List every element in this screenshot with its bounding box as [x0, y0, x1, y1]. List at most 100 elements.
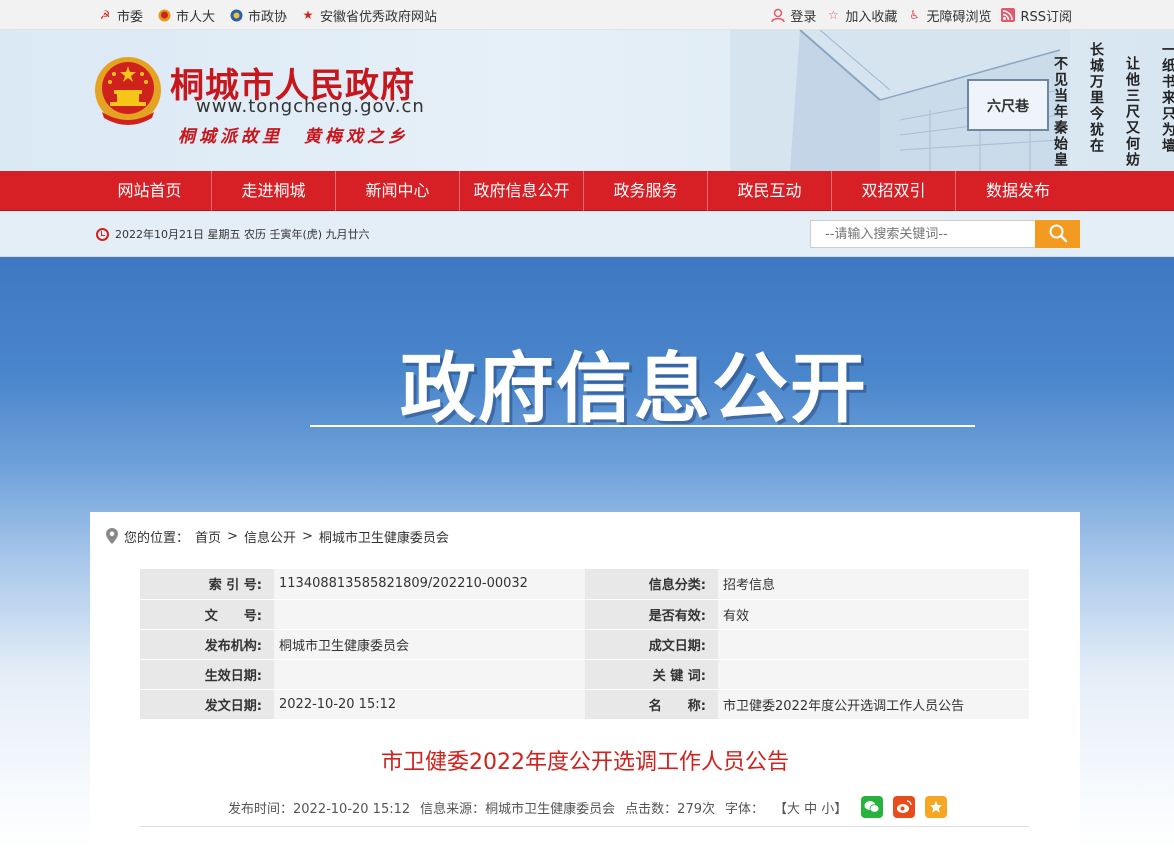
wechat-share-icon[interactable]: [861, 796, 884, 818]
font-size-label: 字体：: [725, 801, 765, 817]
accessibility-icon: ♿: [909, 8, 920, 22]
article-title: 市卫健委2022年度公开选调工作人员公告: [381, 750, 789, 775]
meta-key: 名 称:: [585, 689, 718, 720]
poem-line-4: 不见当年秦始皇: [1052, 56, 1068, 168]
site-header: 桐城市人民政府 www.tongcheng.gov.cn 桐城派故里 黄梅戏之乡…: [0, 30, 1174, 171]
link-label: 安徽省优秀政府网站: [320, 9, 438, 25]
national-emblem-logo[interactable]: [92, 52, 164, 132]
link-label: 无障碍浏览: [926, 9, 992, 25]
search-box: [810, 220, 1080, 248]
nav-item-services[interactable]: 政务服务: [584, 171, 708, 211]
top-links-left: ☭ 市委 市人大 市政协 ★ 安徽省优秀政府网站: [98, 0, 437, 30]
date-display: 2022年10月21日 星期五 农历 壬寅年(虎) 九月廿六: [96, 211, 370, 257]
meta-value: 招考信息: [718, 569, 1029, 600]
link-excellent-gov-site[interactable]: ★ 安徽省优秀政府网站: [301, 6, 437, 25]
nav-item-investment[interactable]: 双招双引: [832, 171, 956, 211]
click-count: 点击数：279次: [625, 801, 715, 817]
qzone-share-icon[interactable]: [925, 796, 948, 818]
document-metadata-table: 索 引 号: 113408813585821809/202210-00032 信…: [140, 569, 1029, 720]
star-icon: ★: [302, 8, 314, 22]
link-label: 市政协: [248, 9, 288, 25]
meta-value: 2022-10-20 15:12: [274, 689, 585, 720]
meta-key: 成文日期:: [585, 629, 718, 660]
meta-value: [718, 659, 1029, 690]
rss-icon: [1001, 8, 1016, 22]
weibo-share-icon[interactable]: [893, 796, 916, 818]
breadcrumb-separator: >: [227, 528, 238, 544]
breadcrumb-home[interactable]: 首页: [195, 527, 221, 546]
rss-link[interactable]: RSS订阅: [1001, 6, 1072, 25]
meta-key: 信息分类:: [585, 569, 718, 600]
breadcrumb: 您的位置： 首页 > 信息公开 > 桐城市卫生健康委员会: [106, 526, 449, 546]
meta-key: 生效日期:: [140, 659, 274, 690]
party-emblem-icon: ☭: [99, 8, 111, 22]
breadcrumb-separator: >: [301, 528, 313, 544]
national-emblem-icon: [157, 8, 171, 22]
link-label: 登录: [790, 9, 817, 25]
divider: [140, 826, 1029, 827]
nav-item-data[interactable]: 数据发布: [956, 171, 1080, 211]
share-buttons: [861, 796, 948, 818]
location-pin-icon: [106, 528, 118, 544]
top-links-right: 登录 ☆ 加入收藏 ♿ 无障碍浏览 RSS订阅: [771, 0, 1072, 30]
meta-key: 关 键 词:: [585, 659, 718, 690]
nav-item-news[interactable]: 新闻中心: [336, 171, 460, 211]
search-input[interactable]: [810, 220, 1035, 248]
breadcrumb-health-commission[interactable]: 桐城市卫生健康委员会: [319, 527, 449, 546]
banner-title: 政府信息公开: [400, 344, 868, 433]
star-outline-icon: ☆: [828, 8, 839, 22]
main-nav: 网站首页 走进桐城 新闻中心 政府信息公开 政务服务 政民互动 双招双引 数据发…: [0, 171, 1174, 211]
link-label: 市人大: [176, 9, 216, 25]
add-favorite-link[interactable]: ☆ 加入收藏: [826, 6, 897, 25]
table-row: 发布机构: 桐城市卫生健康委员会 成文日期:: [140, 629, 1029, 660]
meta-key: 是否有效:: [585, 599, 718, 630]
user-icon: [771, 8, 786, 22]
nav-item-about[interactable]: 走进桐城: [212, 171, 336, 211]
date-text: 2022年10月21日 星期五 农历 壬寅年(虎) 九月廿六: [115, 228, 370, 241]
login-link[interactable]: 登录: [771, 6, 816, 25]
publish-time: 发布时间：2022-10-20 15:12: [228, 801, 411, 817]
link-label: 市委: [117, 9, 144, 25]
site-slogan: 桐城派故里 黄梅戏之乡: [178, 127, 409, 147]
link-peoples-congress[interactable]: 市人大: [157, 6, 215, 25]
meta-key: 发文日期:: [140, 689, 274, 720]
link-cppcc[interactable]: 市政协: [229, 6, 287, 25]
table-row: 生效日期: 关 键 词:: [140, 659, 1029, 690]
font-size-switcher[interactable]: 【大 中 小】: [774, 798, 847, 817]
table-row: 发文日期: 2022-10-20 15:12 名 称: 市卫健委2022年度公开…: [140, 689, 1029, 720]
info-bar: 2022年10月21日 星期五 农历 壬寅年(虎) 九月廿六: [0, 211, 1174, 257]
meta-value: 113408813585821809/202210-00032: [274, 569, 585, 600]
link-label: 加入收藏: [845, 9, 898, 25]
poem-line-2: 让他三尺又何妨: [1124, 56, 1140, 168]
meta-key: 索 引 号:: [140, 569, 274, 600]
cppcc-emblem-icon: [229, 8, 243, 22]
table-row: 索 引 号: 113408813585821809/202210-00032 信…: [140, 569, 1029, 600]
poem: 一纸书来只为墙 让他三尺又何妨 长城万里今犹在 不见当年秦始皇: [570, 42, 1174, 168]
link-label: RSS订阅: [1020, 9, 1072, 25]
site-url: www.tongcheng.gov.cn: [196, 96, 425, 117]
top-bar: ☭ 市委 市人大 市政协 ★ 安徽省优秀政府网站 登录 ☆ 加入收藏 ♿ 无障碍…: [0, 0, 1174, 30]
meta-key: 发布机构:: [140, 629, 274, 660]
nav-item-gov-info[interactable]: 政府信息公开: [460, 171, 584, 211]
meta-value: [274, 659, 585, 690]
meta-value: 桐城市卫生健康委员会: [274, 629, 585, 660]
poem-line-3: 长城万里今犹在: [1088, 42, 1104, 154]
meta-value: 市卫健委2022年度公开选调工作人员公告: [718, 689, 1029, 720]
breadcrumb-info-disclosure[interactable]: 信息公开: [244, 527, 296, 546]
nav-item-home[interactable]: 网站首页: [88, 171, 212, 211]
poem-line-1: 一纸书来只为墙: [1160, 42, 1174, 154]
search-button[interactable]: [1035, 220, 1080, 248]
clock-icon: [96, 227, 109, 241]
meta-value: [718, 629, 1029, 660]
content-card: 您的位置： 首页 > 信息公开 > 桐城市卫生健康委员会 索 引 号: 1134…: [90, 512, 1080, 849]
accessibility-link[interactable]: ♿ 无障碍浏览: [907, 6, 991, 25]
search-icon: [1048, 223, 1068, 246]
nav-item-interaction[interactable]: 政民互动: [708, 171, 832, 211]
meta-key: 文 号:: [140, 599, 274, 630]
banner-underline: [310, 425, 975, 427]
publish-info: 发布时间：2022-10-20 15:12 信息来源：桐城市卫生健康委员会 点击…: [228, 796, 948, 818]
meta-value: [274, 599, 585, 630]
info-source: 信息来源：桐城市卫生健康委员会: [420, 801, 616, 817]
breadcrumb-prefix: 您的位置：: [124, 530, 190, 546]
link-party-committee[interactable]: ☭ 市委: [98, 6, 143, 25]
